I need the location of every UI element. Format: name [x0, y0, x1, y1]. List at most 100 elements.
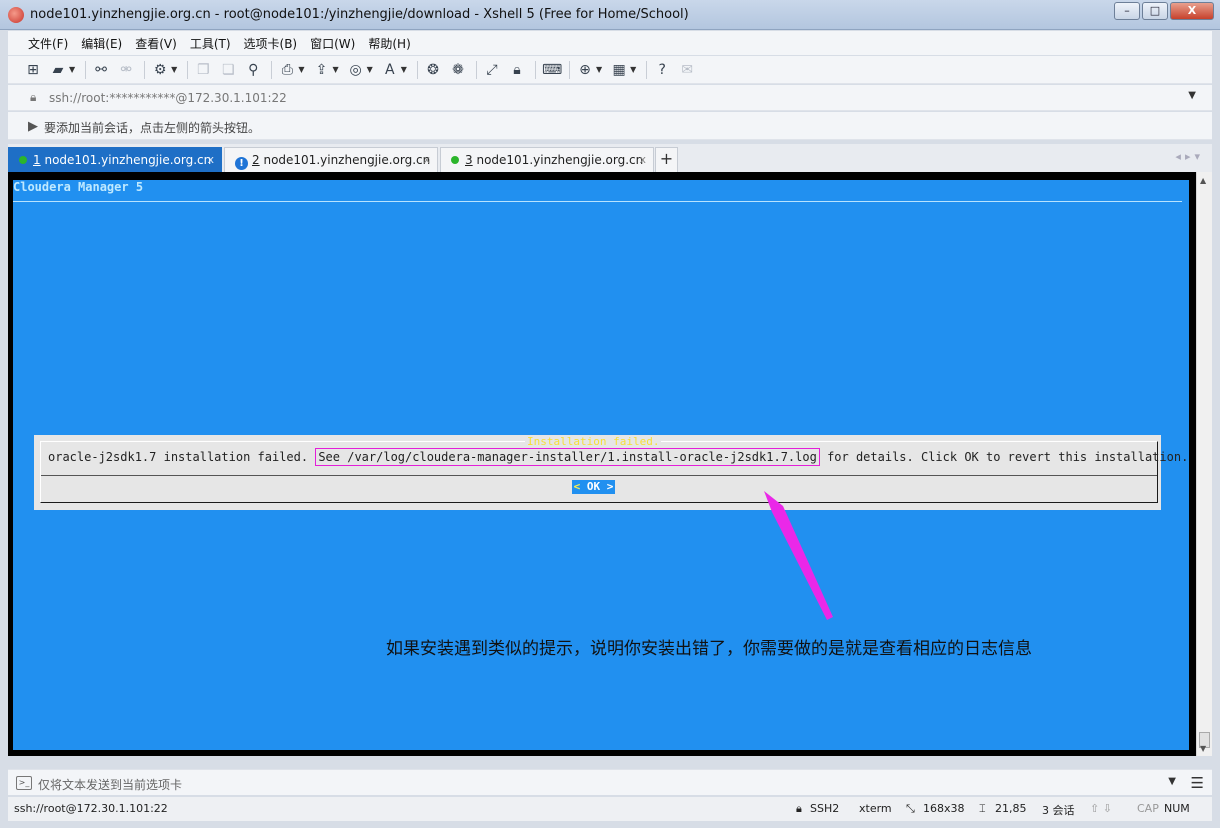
tab-bar: 1 node101.yinzhengjie.org.cn x ! 2 node10… — [8, 144, 1212, 172]
menu-icon[interactable]: ☰ — [1191, 774, 1204, 792]
new-tab-icon[interactable]: ⊕ — [576, 61, 594, 79]
menu-view[interactable]: 查看(V) — [135, 35, 177, 52]
menu-file[interactable]: 文件(F) — [28, 35, 68, 52]
address-field[interactable]: ssh://root:***********@172.30.1.101:22 — [49, 91, 287, 105]
xshell-app-icon[interactable] — [8, 7, 24, 23]
status-protocol: SSH2 — [810, 802, 840, 815]
chevron-down-icon[interactable]: ▼ — [367, 65, 373, 74]
copy-icon[interactable]: ❐ — [194, 61, 212, 79]
maximize-button[interactable]: □ — [1142, 2, 1168, 20]
menu-edit[interactable]: 编辑(E) — [81, 35, 122, 52]
minimize-button[interactable]: – — [1114, 2, 1140, 20]
window-title: node101.yinzhengjie.org.cn - root@node10… — [30, 7, 689, 22]
tab-number: 2 — [252, 153, 260, 167]
window-controls: – □ X — [1112, 2, 1214, 20]
toolbar-separator — [416, 60, 418, 79]
ok-button[interactable]: < OK > — [572, 480, 615, 494]
tab-label: node101.yinzhengjie.org.cn — [263, 153, 431, 167]
compose-input[interactable]: 仅将文本发送到当前选项卡 — [38, 776, 182, 793]
toolbar-separator — [646, 60, 648, 79]
scroll-down-icon[interactable]: ▼ — [1200, 744, 1206, 753]
status-size: 168x38 — [923, 802, 965, 815]
ok-bracket-right: > — [606, 480, 614, 493]
close-tab-icon[interactable]: x — [207, 153, 214, 166]
status-caps: CAP — [1137, 802, 1159, 815]
fullscreen-icon[interactable]: ⤢ — [483, 61, 501, 79]
help-icon[interactable]: ? — [653, 61, 671, 79]
chevron-down-icon[interactable]: ▼ — [1188, 90, 1196, 101]
status-connection: ssh://root@172.30.1.101:22 — [14, 802, 168, 815]
find-icon[interactable]: ⚲ — [244, 61, 262, 79]
warning-status-icon: ! — [235, 157, 248, 170]
tab-number: 1 — [33, 153, 41, 167]
terminal-header: Cloudera Manager 5 — [13, 180, 144, 194]
tab-session-1[interactable]: 1 node101.yinzhengjie.org.cn x — [8, 147, 222, 172]
annotation-text: 如果安装遇到类似的提示，说明你安装出错了，你需要做的是就是查看相应的日志信息 — [386, 639, 1032, 659]
menu-window[interactable]: 窗口(W) — [310, 35, 355, 52]
paste-icon[interactable]: ❏ — [219, 61, 237, 79]
ok-label: OK — [586, 480, 601, 493]
compose-bar[interactable]: >_ 仅将文本发送到当前选项卡 ▼ ☰ — [8, 769, 1212, 795]
toolbar-separator — [144, 60, 146, 79]
disconnect-icon[interactable]: ⚮ — [117, 61, 135, 79]
lock-icon: 🔒︎ — [30, 90, 37, 104]
menu-tab[interactable]: 选项卡(B) — [244, 35, 298, 52]
tab-session-2[interactable]: ! 2 node101.yinzhengjie.org.cn x — [224, 147, 438, 172]
toolbar-separator — [85, 60, 87, 79]
transfer-icon[interactable]: ⇪ — [312, 61, 330, 79]
xftp-icon[interactable]: ❂ — [424, 61, 442, 79]
tab-label: node101.yinzhengjie.org.cn — [476, 153, 644, 167]
dialog-message-end: for details. Click OK to revert this ins… — [827, 450, 1189, 464]
terminal-scrollbar[interactable]: ▲ ▼ — [1196, 172, 1212, 756]
dialog-message: oracle-j2sdk1.7 installation failed. See… — [48, 448, 1189, 466]
chevron-down-icon[interactable]: ▼ — [401, 65, 407, 74]
scroll-up-icon[interactable]: ▲ — [1200, 176, 1206, 185]
chevron-down-icon[interactable]: ▼ — [332, 65, 338, 74]
session-hint-text: 要添加当前会话，点击左侧的箭头按钮。 — [44, 121, 261, 135]
font-icon[interactable]: A — [381, 61, 399, 79]
toolbar-separator — [187, 60, 189, 79]
title-bar: node101.yinzhengjie.org.cn - root@node10… — [0, 0, 1220, 30]
layout-icon[interactable]: ▦ — [610, 61, 628, 79]
toolbar: ⊞ ▰ ▼ ⚯ ⚮ ⚙ ▼ ❐ ❏ ⚲ ⎙ ▼ ⇪ ▼ ◎ ▼ A ▼ ❂ ❁ ⤢ 🔒︎ ⌨… — [8, 56, 1212, 84]
toolbar-separator — [534, 60, 536, 79]
menu-help[interactable]: 帮助(H) — [368, 35, 410, 52]
chat-icon[interactable]: ✉ — [678, 61, 696, 79]
close-button[interactable]: X — [1170, 2, 1214, 20]
chevron-down-icon[interactable]: ▼ — [1168, 776, 1176, 787]
keyboard-icon[interactable]: ⌨ — [542, 61, 562, 79]
tab-scroll-arrows-icon[interactable]: ◂▸▾ — [1175, 150, 1204, 163]
dialog-title: Installation failed. — [525, 435, 662, 448]
arrow-icon[interactable]: ▶ — [28, 119, 38, 134]
toolbar-separator — [271, 60, 273, 79]
reconnect-icon[interactable]: ⚯ — [92, 61, 110, 79]
compose-icon[interactable]: >_ — [16, 776, 32, 790]
lock-icon: 🔒︎ — [796, 802, 802, 815]
globe-icon[interactable]: ◎ — [347, 61, 365, 79]
chevron-down-icon[interactable]: ▼ — [171, 65, 177, 74]
address-bar[interactable]: 🔒︎ ssh://root:***********@172.30.1.101:2… — [8, 85, 1212, 111]
xmanager-icon[interactable]: ❁ — [449, 61, 467, 79]
dialog-message-start: oracle-j2sdk1.7 installation failed. — [48, 450, 309, 464]
lock-icon[interactable]: 🔒︎ — [508, 61, 526, 79]
tab-session-3[interactable]: 3 node101.yinzhengjie.org.cn x — [440, 147, 654, 172]
chevron-down-icon[interactable]: ▼ — [596, 65, 602, 74]
close-tab-icon[interactable]: x — [639, 153, 646, 166]
open-folder-icon[interactable]: ▰ — [49, 61, 67, 79]
print-icon[interactable]: ⎙ — [278, 61, 296, 79]
session-properties-icon[interactable]: ⚙ — [151, 61, 169, 79]
new-session-icon[interactable]: ⊞ — [24, 61, 42, 79]
new-tab-button[interactable]: + — [655, 147, 678, 172]
chevron-down-icon[interactable]: ▼ — [69, 65, 75, 74]
menu-tools[interactable]: 工具(T) — [190, 35, 231, 52]
connected-status-icon — [451, 156, 459, 164]
chevron-down-icon[interactable]: ▼ — [630, 65, 636, 74]
status-sessions: 3 会话 — [1042, 804, 1075, 817]
scroll-arrows-icon[interactable]: ⇧ ⇩ — [1090, 802, 1112, 815]
tab-label: node101.yinzhengjie.org.cn — [44, 153, 212, 167]
tab-number: 3 — [465, 153, 473, 167]
chevron-down-icon[interactable]: ▼ — [298, 65, 304, 74]
close-tab-icon[interactable]: x — [423, 153, 430, 166]
resize-icon: ⤡ — [906, 802, 915, 815]
session-hint-bar: ▶ 要添加当前会话，点击左侧的箭头按钮。 — [8, 112, 1212, 140]
